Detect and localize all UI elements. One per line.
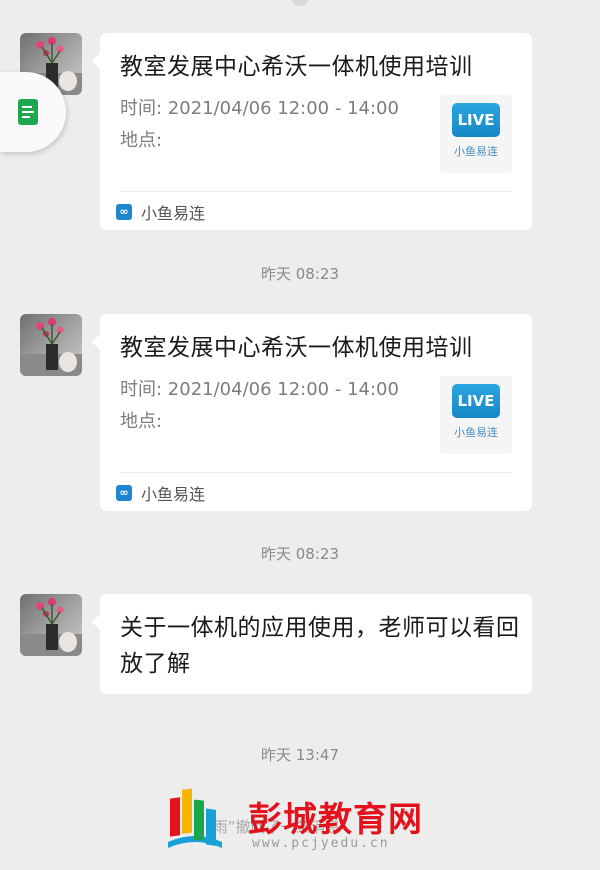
xiaoyu-app-icon: ∞	[116, 485, 132, 501]
divider	[120, 191, 512, 192]
shared-card[interactable]: 教室发展中心希沃一体机使用培训 时间: 2021/04/06 12:00 - 1…	[92, 314, 532, 511]
divider	[120, 472, 512, 473]
watermark: 彭城教育网 www.pcjyedu.cn	[160, 782, 450, 856]
avatar[interactable]	[20, 314, 82, 376]
thumbnail-caption: 小鱼易连	[454, 426, 498, 439]
document-icon	[18, 99, 38, 125]
message-text: 关于一体机的应用使用，老师可以看回放了解	[120, 615, 520, 677]
card-thumbnail: LIVE 小鱼易连	[440, 376, 512, 454]
card-source-label: 小鱼易连	[141, 485, 206, 504]
card-source-label: 小鱼易连	[141, 204, 206, 223]
watermark-url: www.pcjyedu.cn	[252, 836, 390, 851]
live-icon: LIVE	[452, 103, 500, 137]
card-title: 教室发展中心希沃一体机使用培训	[120, 335, 473, 361]
card-footer: ∞ 小鱼易连	[116, 200, 205, 224]
shared-card[interactable]: 教室发展中心希沃一体机使用培训 时间: 2021/04/06 12:00 - 1…	[92, 33, 532, 230]
card-thumbnail: LIVE 小鱼易连	[440, 95, 512, 173]
card-description: 时间: 2021/04/06 12:00 - 14:00 地点:	[120, 379, 399, 432]
card-description: 时间: 2021/04/06 12:00 - 14:00 地点:	[120, 98, 399, 151]
text-message-bubble[interactable]: 关于一体机的应用使用，老师可以看回放了解	[92, 594, 532, 694]
live-icon: LIVE	[452, 384, 500, 418]
card-footer: ∞ 小鱼易连	[116, 481, 205, 505]
timestamp: 昨天 13:47	[261, 746, 339, 764]
avatar[interactable]	[20, 594, 82, 656]
xiaoyu-app-icon: ∞	[116, 204, 132, 220]
watermark-title: 彭城教育网	[248, 800, 423, 840]
thumbnail-caption: 小鱼易连	[454, 145, 498, 158]
timestamp: 昨天 08:23	[261, 265, 339, 283]
timestamp: 昨天 08:23	[261, 545, 339, 563]
card-title: 教室发展中心希沃一体机使用培训	[120, 54, 473, 80]
scroll-indicator	[292, 0, 308, 6]
book-logo-icon	[168, 788, 222, 848]
